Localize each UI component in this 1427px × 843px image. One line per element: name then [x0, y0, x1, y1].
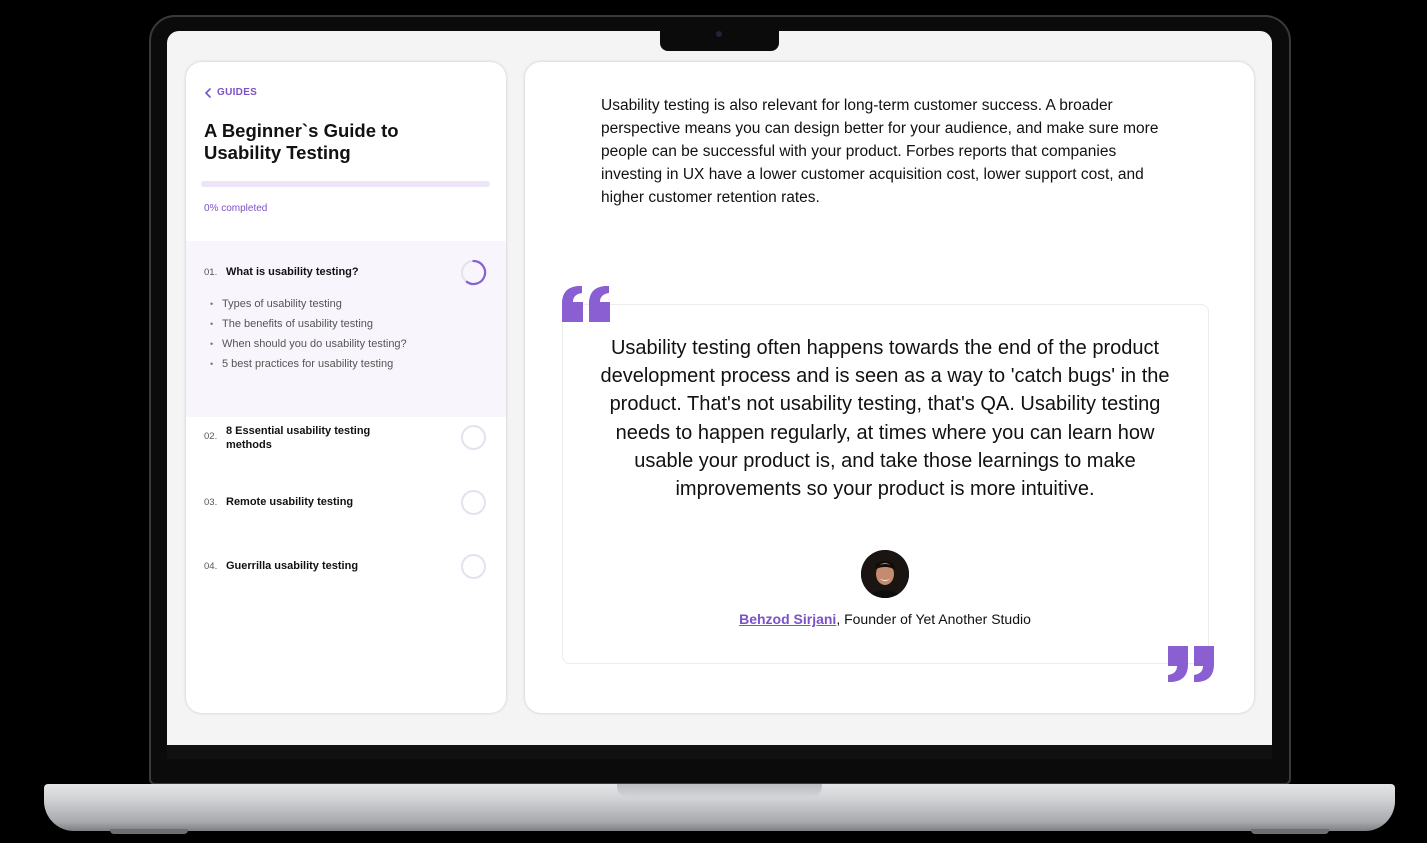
chapter-item-03[interactable]: 03. Remote usability testing — [204, 496, 411, 510]
author-link[interactable]: Behzod Sirjani — [739, 611, 836, 627]
subitem-benefits[interactable]: The benefits of usability testing — [210, 318, 410, 332]
author-avatar — [861, 550, 909, 598]
article-content: Usability testing is also relevant for l… — [525, 62, 1254, 713]
back-label: GUIDES — [217, 87, 258, 98]
chapter-number: 01. — [204, 267, 218, 278]
subitem-best-practices[interactable]: 5 best practices for usability testing — [210, 358, 410, 372]
progress-ring-icon[interactable] — [460, 259, 487, 286]
guide-sidebar: GUIDES A Beginner`s Guide to Usability T… — [186, 62, 506, 713]
laptop-base-notch — [617, 784, 822, 798]
chapter-label: Guerrilla usability testing — [226, 560, 359, 572]
laptop-foot-left — [110, 829, 188, 834]
progress-ring-icon[interactable] — [460, 424, 487, 451]
quote-close-icon — [1168, 646, 1214, 682]
laptop-hinge — [167, 745, 1272, 759]
subitem-types[interactable]: Types of usability testing — [210, 298, 410, 312]
guide-title: A Beginner`s Guide to Usability Testing — [204, 120, 399, 163]
article-intro-paragraph: Usability testing is also relevant for l… — [601, 97, 1159, 206]
laptop-foot-right — [1251, 829, 1329, 834]
chapter-label: What is usability testing? — [226, 266, 359, 278]
chapter-label: 8 Essential usability testing methods — [226, 425, 371, 451]
chevron-left-icon — [205, 87, 211, 98]
subitem-when[interactable]: When should you do usability testing? — [210, 338, 410, 352]
quote-open-icon — [562, 286, 610, 322]
chapter-number: 03. — [204, 497, 218, 508]
chapter-number: 04. — [204, 561, 218, 572]
progress-ring-icon[interactable] — [460, 489, 487, 516]
chapter-item-02[interactable]: 02. 8 Essential usability testing method… — [204, 425, 386, 452]
progress-text: 0% completed — [204, 203, 268, 214]
chapter-number: 02. — [204, 431, 218, 442]
camera-icon — [716, 31, 722, 37]
progress-ring-icon[interactable] — [460, 553, 487, 580]
chapter-label: Remote usability testing — [226, 496, 354, 508]
back-to-guides-link[interactable]: GUIDES — [204, 87, 257, 98]
chapter-item-04[interactable]: 04. Guerrilla usability testing — [204, 560, 411, 574]
chapter-subitems: Types of usability testing The benefits … — [210, 298, 410, 378]
chapter-item-01[interactable]: 01. What is usability testing? — [204, 266, 411, 280]
quote-attribution: Behzod Sirjani, Founder of Yet Another S… — [600, 611, 1170, 627]
author-role: , Founder of Yet Another Studio — [836, 611, 1031, 627]
quote-text: Usability testing often happens towards … — [600, 337, 1170, 501]
progress-bar — [201, 181, 490, 187]
